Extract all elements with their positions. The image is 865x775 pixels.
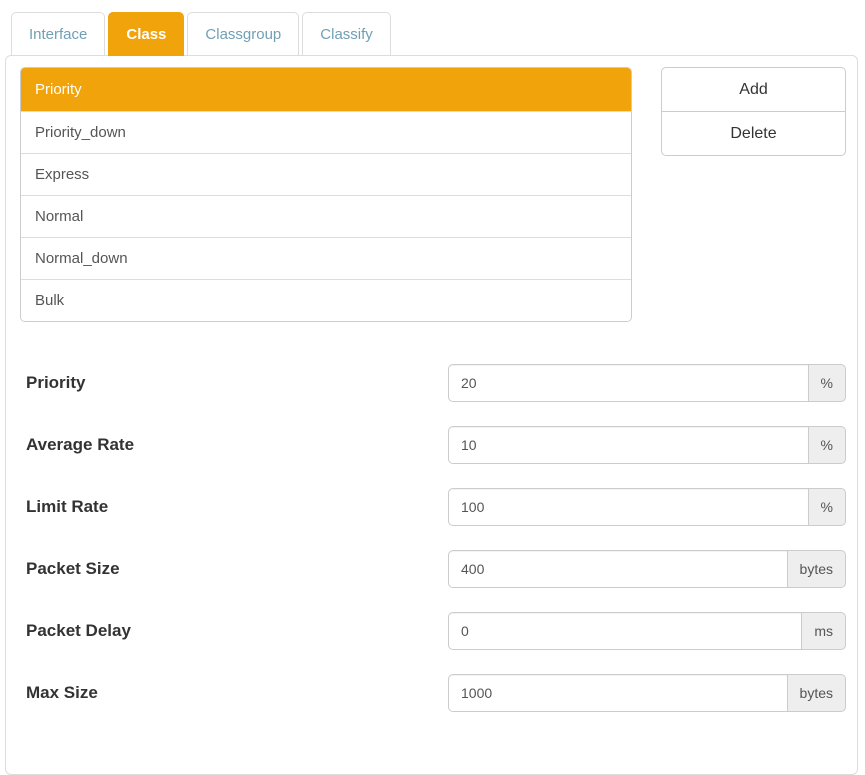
max-size-unit-addon: bytes <box>788 674 846 712</box>
class-list: Priority Priority_down Express Normal No… <box>20 67 632 322</box>
tab-class[interactable]: Class <box>108 12 184 56</box>
packet-delay-input[interactable] <box>448 612 802 650</box>
max-size-label: Max Size <box>26 674 98 712</box>
delete-button[interactable]: Delete <box>661 111 846 156</box>
max-size-input-group: bytes <box>448 674 846 712</box>
limit-rate-input[interactable] <box>448 488 809 526</box>
packet-size-input-group: bytes <box>448 550 846 588</box>
average-rate-label: Average Rate <box>26 426 134 464</box>
max-size-input[interactable] <box>448 674 788 712</box>
class-list-item-express[interactable]: Express <box>21 153 631 195</box>
tab-classgroup[interactable]: Classgroup <box>187 12 299 56</box>
class-list-item-priority[interactable]: Priority <box>21 68 631 111</box>
form-row-packet-delay: Packet Delay ms <box>20 612 846 650</box>
tab-classify[interactable]: Classify <box>302 12 391 56</box>
packet-size-label: Packet Size <box>26 550 120 588</box>
limit-rate-unit-addon: % <box>809 488 846 526</box>
form-row-priority: Priority % <box>20 364 846 402</box>
packet-size-input[interactable] <box>448 550 788 588</box>
average-rate-input-group: % <box>448 426 846 464</box>
packet-delay-unit-addon: ms <box>802 612 846 650</box>
average-rate-input[interactable] <box>448 426 809 464</box>
form-row-limit-rate: Limit Rate % <box>20 488 846 526</box>
priority-unit-addon: % <box>809 364 846 402</box>
class-list-item-bulk[interactable]: Bulk <box>21 279 631 321</box>
tab-interface[interactable]: Interface <box>11 12 105 56</box>
priority-label: Priority <box>26 364 86 402</box>
packet-delay-input-group: ms <box>448 612 846 650</box>
limit-rate-label: Limit Rate <box>26 488 108 526</box>
priority-input[interactable] <box>448 364 809 402</box>
add-button[interactable]: Add <box>661 67 846 112</box>
priority-input-group: % <box>448 364 846 402</box>
packet-size-unit-addon: bytes <box>788 550 846 588</box>
list-action-buttons: Add Delete <box>661 67 846 156</box>
form-row-max-size: Max Size bytes <box>20 674 846 712</box>
form-row-packet-size: Packet Size bytes <box>20 550 846 588</box>
class-list-item-normal-down[interactable]: Normal_down <box>21 237 631 279</box>
limit-rate-input-group: % <box>448 488 846 526</box>
packet-delay-label: Packet Delay <box>26 612 131 650</box>
class-list-item-priority-down[interactable]: Priority_down <box>21 111 631 153</box>
class-tab-panel: Priority Priority_down Express Normal No… <box>5 55 858 775</box>
form-row-average-rate: Average Rate % <box>20 426 846 464</box>
average-rate-unit-addon: % <box>809 426 846 464</box>
class-list-item-normal[interactable]: Normal <box>21 195 631 237</box>
tab-bar: Interface Class Classgroup Classify <box>11 12 394 56</box>
